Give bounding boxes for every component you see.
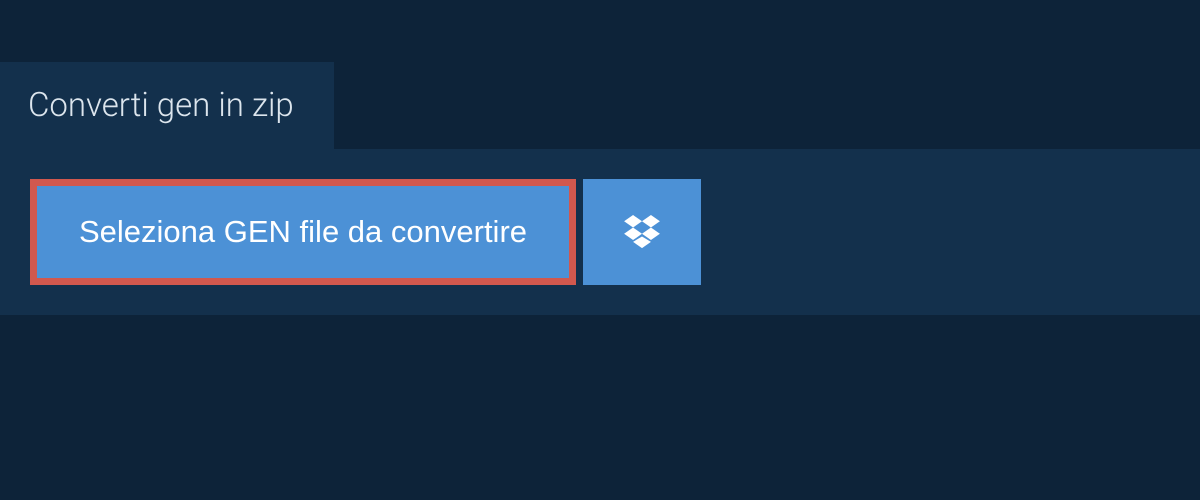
content-panel: Seleziona GEN file da convertire	[0, 149, 1200, 315]
dropbox-icon	[624, 215, 660, 249]
tab-header: Converti gen in zip	[0, 62, 334, 149]
dropbox-button[interactable]	[583, 179, 701, 285]
select-file-highlight: Seleziona GEN file da convertire	[30, 179, 576, 285]
page-title: Converti gen in zip	[28, 86, 294, 125]
select-file-label: Seleziona GEN file da convertire	[79, 214, 527, 250]
select-file-button[interactable]: Seleziona GEN file da convertire	[37, 186, 569, 278]
